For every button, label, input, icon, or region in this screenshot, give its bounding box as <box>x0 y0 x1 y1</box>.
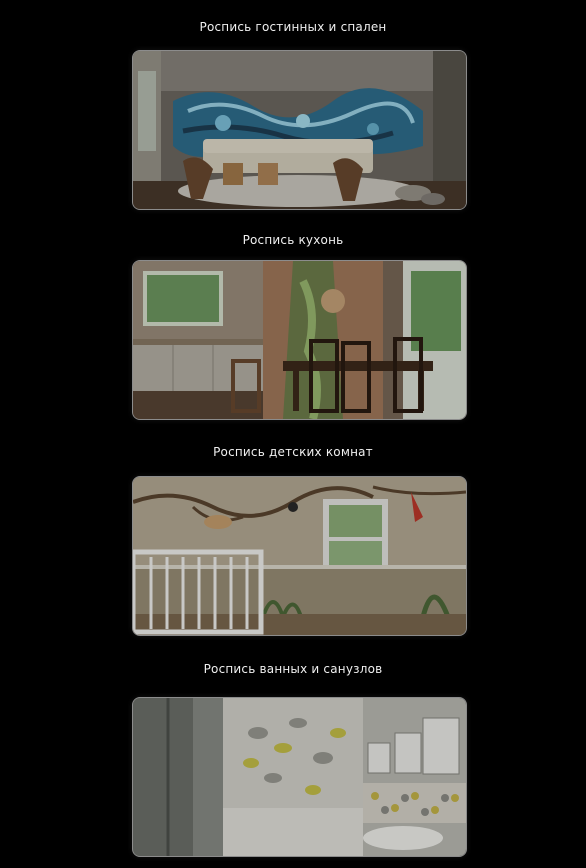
living-room-mural-image[interactable] <box>132 50 467 210</box>
section-title-bathrooms: Роспись ванных и санузлов <box>203 662 383 676</box>
kids-room-mural-image[interactable] <box>132 476 467 636</box>
section-title-kids-rooms: Роспись детских комнат <box>213 445 373 459</box>
section-title-kitchens: Роспись кухонь <box>242 233 344 247</box>
mural-gallery: Роспись гостинных и спален Роспись кухон… <box>0 0 586 868</box>
kitchen-mural-image[interactable] <box>132 260 467 420</box>
section-title-living-rooms: Роспись гостинных и спален <box>199 20 387 34</box>
bathroom-mural-image[interactable] <box>132 697 467 857</box>
